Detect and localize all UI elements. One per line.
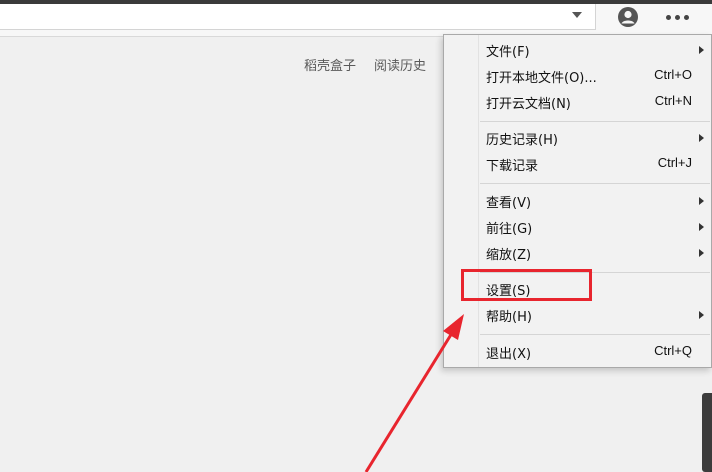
shortcut-links: 稻壳盒子 阅读历史 [304,55,444,74]
menu-separator [480,183,710,184]
user-avatar-icon[interactable] [616,5,640,29]
menu-item-open-local-file[interactable]: 打开本地文件(O)... Ctrl+O [478,64,712,88]
menu-separator [480,121,710,122]
browser-toolbar [0,4,712,37]
menu-item-exit[interactable]: 退出(X) Ctrl+Q [478,340,712,364]
menu-item-label: 查看(V) [486,196,532,211]
menu-item-downloads[interactable]: 下载记录 Ctrl+J [478,152,712,176]
side-widget[interactable] [702,393,712,472]
menu-item-label: 历史记录(H) [486,133,558,148]
menu-item-label: 打开云文档(N) [486,97,571,112]
menu-item-label: 退出(X) [486,347,532,362]
menu-item-go[interactable]: 前往(G) [478,215,712,239]
menu-item-shortcut: Ctrl+N [654,93,692,108]
menu-item-file[interactable]: 文件(F) [478,38,712,62]
submenu-arrow-icon [699,46,704,54]
address-bar[interactable] [0,4,596,30]
menu-item-open-cloud-doc[interactable]: 打开云文档(N) Ctrl+N [478,90,712,114]
menu-item-shortcut: Ctrl+O [654,67,692,82]
submenu-arrow-icon [699,311,704,319]
submenu-arrow-icon [699,223,704,231]
submenu-arrow-icon [699,249,704,257]
submenu-arrow-icon [699,197,704,205]
menu-item-view[interactable]: 查看(V) [478,189,712,213]
menu-item-label: 帮助(H) [486,310,532,325]
highlight-box-settings [461,269,592,301]
menu-separator [480,334,710,335]
menu-item-help[interactable]: 帮助(H) [478,303,712,327]
menu-item-label: 前往(G) [486,222,533,237]
menu-item-shortcut: Ctrl+J [657,155,692,170]
dropdown-arrow-icon[interactable] [572,12,582,18]
menu-item-label: 文件(F) [486,45,530,60]
main-menu: 文件(F) 打开本地文件(O)... Ctrl+O 打开云文档(N) Ctrl+… [443,34,712,368]
submenu-arrow-icon [699,134,704,142]
menu-item-history[interactable]: 历史记录(H) [478,126,712,150]
menu-icon-gutter [444,35,479,367]
menu-item-label: 下载记录 [486,159,539,174]
menu-item-label: 打开本地文件(O)... [486,71,597,86]
more-dots-icon[interactable] [660,6,694,28]
link-daoke-box[interactable]: 稻壳盒子 [304,59,356,74]
menu-item-label: 缩放(Z) [486,248,532,263]
menu-item-shortcut: Ctrl+Q [654,343,692,358]
menu-item-zoom[interactable]: 缩放(Z) [478,241,712,265]
link-reading-history[interactable]: 阅读历史 [374,59,426,74]
